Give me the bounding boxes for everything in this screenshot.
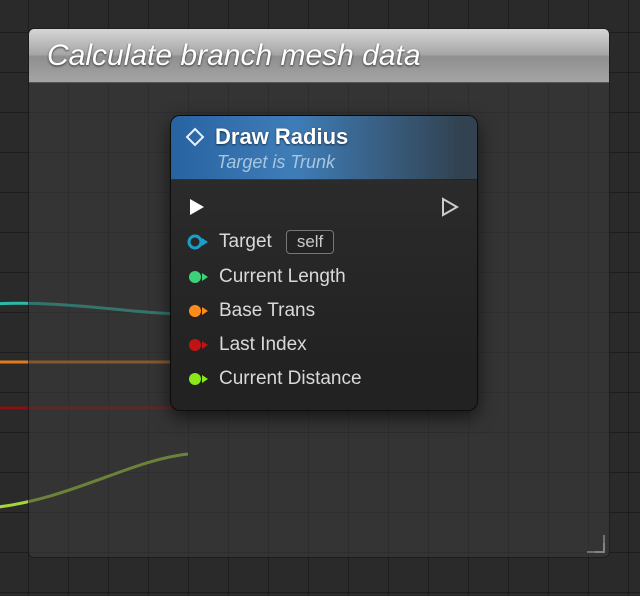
node-subtitle: Target is Trunk <box>185 152 463 173</box>
last-index-pin-row: Last Index <box>187 328 461 362</box>
base-trans-pin-row: Base Trans <box>187 294 461 328</box>
comment-panel-header[interactable]: Calculate branch mesh data <box>29 29 609 83</box>
exec-pin-row <box>187 190 461 224</box>
current-distance-label: Current Distance <box>219 368 362 390</box>
current-length-pin[interactable] <box>187 268 209 286</box>
base-trans-pin[interactable] <box>187 302 209 320</box>
last-index-label: Last Index <box>219 334 307 356</box>
exec-in-pin[interactable] <box>187 196 209 218</box>
resize-grip-icon[interactable] <box>585 533 605 553</box>
target-pin-row: Target self <box>187 224 461 260</box>
node-body: Target self Current Length <box>171 180 477 410</box>
node-title: Draw Radius <box>215 124 348 150</box>
function-node-draw-radius[interactable]: Draw Radius Target is Trunk <box>170 115 478 411</box>
base-trans-label: Base Trans <box>219 300 315 322</box>
target-pin-label: Target <box>219 231 272 253</box>
function-icon <box>185 127 205 147</box>
current-distance-pin[interactable] <box>187 370 209 388</box>
comment-panel-title: Calculate branch mesh data <box>47 39 421 73</box>
current-length-pin-row: Current Length <box>187 260 461 294</box>
exec-out-pin[interactable] <box>439 196 461 218</box>
target-self-chip[interactable]: self <box>286 230 334 254</box>
target-pin[interactable] <box>187 233 209 251</box>
current-length-label: Current Length <box>219 266 346 288</box>
node-header[interactable]: Draw Radius Target is Trunk <box>171 116 477 180</box>
current-distance-pin-row: Current Distance <box>187 362 461 396</box>
last-index-pin[interactable] <box>187 336 209 354</box>
